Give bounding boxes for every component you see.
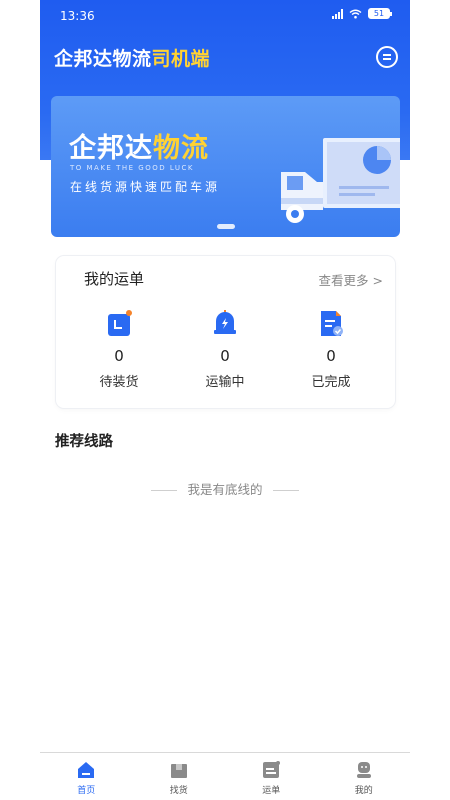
- completed-doc-icon: [316, 308, 346, 338]
- stat-in-transit[interactable]: 0 运输中: [180, 308, 270, 390]
- stat-pending-load[interactable]: 0 待装货: [74, 308, 164, 390]
- banner-title: 企邦达物流: [69, 126, 209, 165]
- end-of-list-text: 我是有底线的: [40, 479, 410, 498]
- status-indicators: 51: [332, 8, 392, 19]
- in-transit-label: 运输中: [205, 375, 245, 390]
- completed-label: 已完成: [311, 375, 351, 390]
- banner-description: 在线货源快速匹配车源: [70, 180, 221, 194]
- message-icon[interactable]: [376, 46, 398, 68]
- status-time: 13:36: [60, 9, 95, 23]
- app-title-accent: 司机端: [151, 48, 211, 70]
- end-of-list-label: 我是有底线的: [187, 482, 263, 497]
- orders-title: 我的运单: [84, 270, 145, 288]
- promo-banner[interactable]: 企邦达物流 TO MAKE THE GOOD LUCK 在线货源快速匹配车源: [51, 96, 400, 237]
- tab-profile-label: 我的: [354, 786, 373, 796]
- tab-profile[interactable]: 我的: [318, 753, 411, 800]
- find-goods-icon: [170, 761, 188, 779]
- status-bar: 13:36 51: [40, 0, 410, 32]
- app-title-main: 企邦达物流: [54, 48, 152, 70]
- banner-title-accent: 物流: [153, 133, 209, 164]
- pending-load-label: 待装货: [99, 375, 139, 390]
- my-orders-card: 我的运单 查看更多 > 0 待装货 0 运输中 0 已完成: [56, 256, 395, 408]
- stat-completed[interactable]: 0 已完成: [286, 308, 376, 390]
- tab-waybill[interactable]: 运单: [225, 753, 318, 800]
- app-screen: 13:36 51 企邦达物流司机端 企邦达物流 TO MAKE THE GOOD…: [40, 0, 410, 800]
- bottom-tab-bar: 首页 找货 运单 我的: [40, 752, 410, 800]
- tab-find-goods-label: 找货: [169, 786, 188, 796]
- profile-icon: [355, 761, 373, 779]
- pending-load-icon: [104, 308, 134, 338]
- truck-illustration-icon: [281, 138, 400, 223]
- battery-icon: 51: [368, 8, 392, 19]
- tab-waybill-label: 运单: [262, 786, 281, 796]
- banner-title-main: 企邦达: [69, 133, 153, 164]
- home-icon: [77, 761, 95, 779]
- in-transit-bell-icon: [210, 308, 240, 338]
- banner-pager-indicator: [217, 224, 235, 229]
- tab-home[interactable]: 首页: [40, 753, 133, 800]
- see-more-link[interactable]: 查看更多 >: [319, 270, 383, 289]
- tab-find-goods[interactable]: 找货: [133, 753, 226, 800]
- app-title: 企邦达物流司机端: [54, 44, 210, 71]
- waybill-icon: [262, 761, 281, 779]
- in-transit-count: 0: [220, 347, 230, 365]
- tab-home-label: 首页: [77, 786, 96, 796]
- completed-count: 0: [326, 347, 336, 365]
- banner-subtitle: TO MAKE THE GOOD LUCK: [70, 164, 194, 172]
- wifi-icon: [349, 9, 362, 18]
- recommended-routes-title: 推荐线路: [55, 434, 113, 450]
- signal-icon: [332, 8, 343, 19]
- pending-load-count: 0: [114, 347, 124, 365]
